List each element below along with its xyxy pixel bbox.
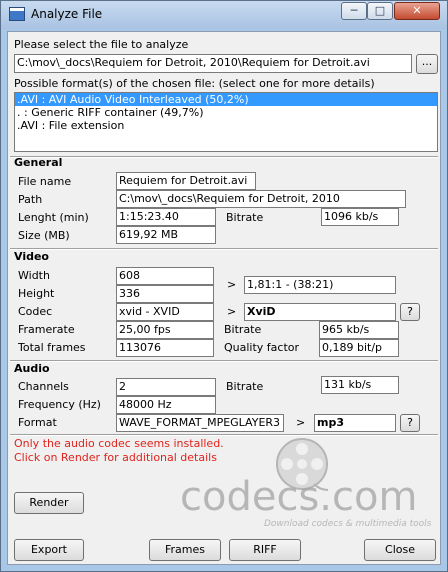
frequency-field[interactable]: 48000 Hz: [116, 396, 216, 414]
audio-codec-help-button[interactable]: ?: [400, 414, 420, 432]
video-bitrate-field[interactable]: 965 kb/s: [319, 321, 399, 339]
audio-bitrate-label: Bitrate: [226, 380, 264, 393]
minimize-button[interactable]: ─: [341, 2, 367, 20]
length-field[interactable]: 1:15:23.40: [116, 208, 216, 226]
window-app-icon: [9, 7, 25, 21]
codec-arrow: >: [227, 305, 237, 318]
video-heading: Video: [14, 250, 49, 263]
section-divider: [10, 248, 438, 250]
audio-format-field[interactable]: WAVE_FORMAT_MPEGLAYER3: [116, 414, 284, 432]
file-name-field[interactable]: Requiem for Detroit.avi: [116, 172, 256, 190]
format-list-item[interactable]: . : Generic RIFF container (49,7%): [15, 106, 437, 119]
aspect-arrow: >: [227, 278, 237, 291]
size-field[interactable]: 619,92 MB: [116, 226, 216, 244]
audio-bitrate-field[interactable]: 131 kb/s: [321, 376, 399, 394]
path-field[interactable]: C:\mov\_docs\Requiem for Detroit, 2010: [116, 190, 406, 208]
length-label: Lenght (min): [18, 211, 89, 224]
audio-format-arrow: >: [296, 416, 306, 429]
video-bitrate-label: Bitrate: [224, 323, 262, 336]
analyze-file-window: Analyze File ─ □ ✕ Please select the fil…: [0, 0, 448, 572]
height-field[interactable]: 336: [116, 285, 214, 303]
dialog-client-area: Please select the file to analyze C:\mov…: [7, 31, 441, 565]
general-bitrate-label: Bitrate: [226, 211, 264, 224]
formats-prompt: Possible format(s) of the chosen file: (…: [14, 77, 375, 90]
section-divider: [10, 434, 438, 436]
export-button[interactable]: Export: [14, 539, 84, 561]
codec-label: Codec: [18, 305, 53, 318]
video-codec-name-field[interactable]: XviD: [244, 303, 396, 321]
quality-factor-label: Quality factor: [224, 341, 300, 354]
file-path-input[interactable]: C:\mov\_docs\Requiem for Detroit, 2010\R…: [14, 54, 412, 73]
video-codec-help-button[interactable]: ?: [400, 303, 420, 321]
general-bitrate-field[interactable]: 1096 kb/s: [321, 208, 399, 226]
codecs-watermark-brand: codecs.com: [180, 474, 418, 520]
formats-listbox[interactable]: .AVI : AVI Audio Video Interleaved (50,2…: [14, 92, 438, 152]
codec-warning-line2: Click on Render for additional details: [14, 451, 217, 464]
frames-button[interactable]: Frames: [149, 539, 221, 561]
codec-warning-line1: Only the audio codec seems installed.: [14, 437, 224, 450]
audio-heading: Audio: [14, 362, 50, 375]
section-divider: [10, 360, 438, 362]
framerate-field[interactable]: 25,00 fps: [116, 321, 214, 339]
window-title: Analyze File: [31, 7, 103, 21]
general-heading: General: [14, 156, 63, 169]
height-label: Height: [18, 287, 55, 300]
audio-codec-name-field[interactable]: mp3: [314, 414, 396, 432]
file-name-label: File name: [18, 175, 72, 188]
video-codec-field[interactable]: xvid - XVID: [116, 303, 214, 321]
file-select-prompt: Please select the file to analyze: [14, 38, 189, 51]
maximize-button[interactable]: □: [367, 2, 393, 20]
format-list-item[interactable]: .AVI : AVI Audio Video Interleaved (50,2…: [15, 93, 437, 106]
format-list-item[interactable]: .AVI : File extension: [15, 119, 437, 132]
quality-factor-field[interactable]: 0,189 bit/p: [319, 339, 399, 357]
channels-field[interactable]: 2: [116, 378, 216, 396]
close-button[interactable]: Close: [364, 539, 436, 561]
riff-button[interactable]: RIFF: [229, 539, 301, 561]
title-bar[interactable]: Analyze File ─ □ ✕: [1, 1, 447, 29]
size-label: Size (MB): [18, 229, 70, 242]
close-window-button[interactable]: ✕: [394, 2, 440, 20]
channels-label: Channels: [18, 380, 69, 393]
total-frames-field[interactable]: 113076: [116, 339, 214, 357]
browse-button[interactable]: ...: [416, 54, 438, 74]
section-divider: [10, 156, 438, 158]
frequency-label: Frequency (Hz): [18, 398, 101, 411]
width-field[interactable]: 608: [116, 267, 214, 285]
framerate-label: Framerate: [18, 323, 75, 336]
render-button[interactable]: Render: [14, 492, 84, 514]
path-label: Path: [18, 193, 43, 206]
codecs-watermark-tagline: Download codecs & multimedia tools: [264, 519, 432, 529]
total-frames-label: Total frames: [18, 341, 86, 354]
width-label: Width: [18, 269, 50, 282]
aspect-ratio-field[interactable]: 1,81:1 - (38:21): [244, 276, 396, 294]
audio-format-label: Format: [18, 416, 57, 429]
